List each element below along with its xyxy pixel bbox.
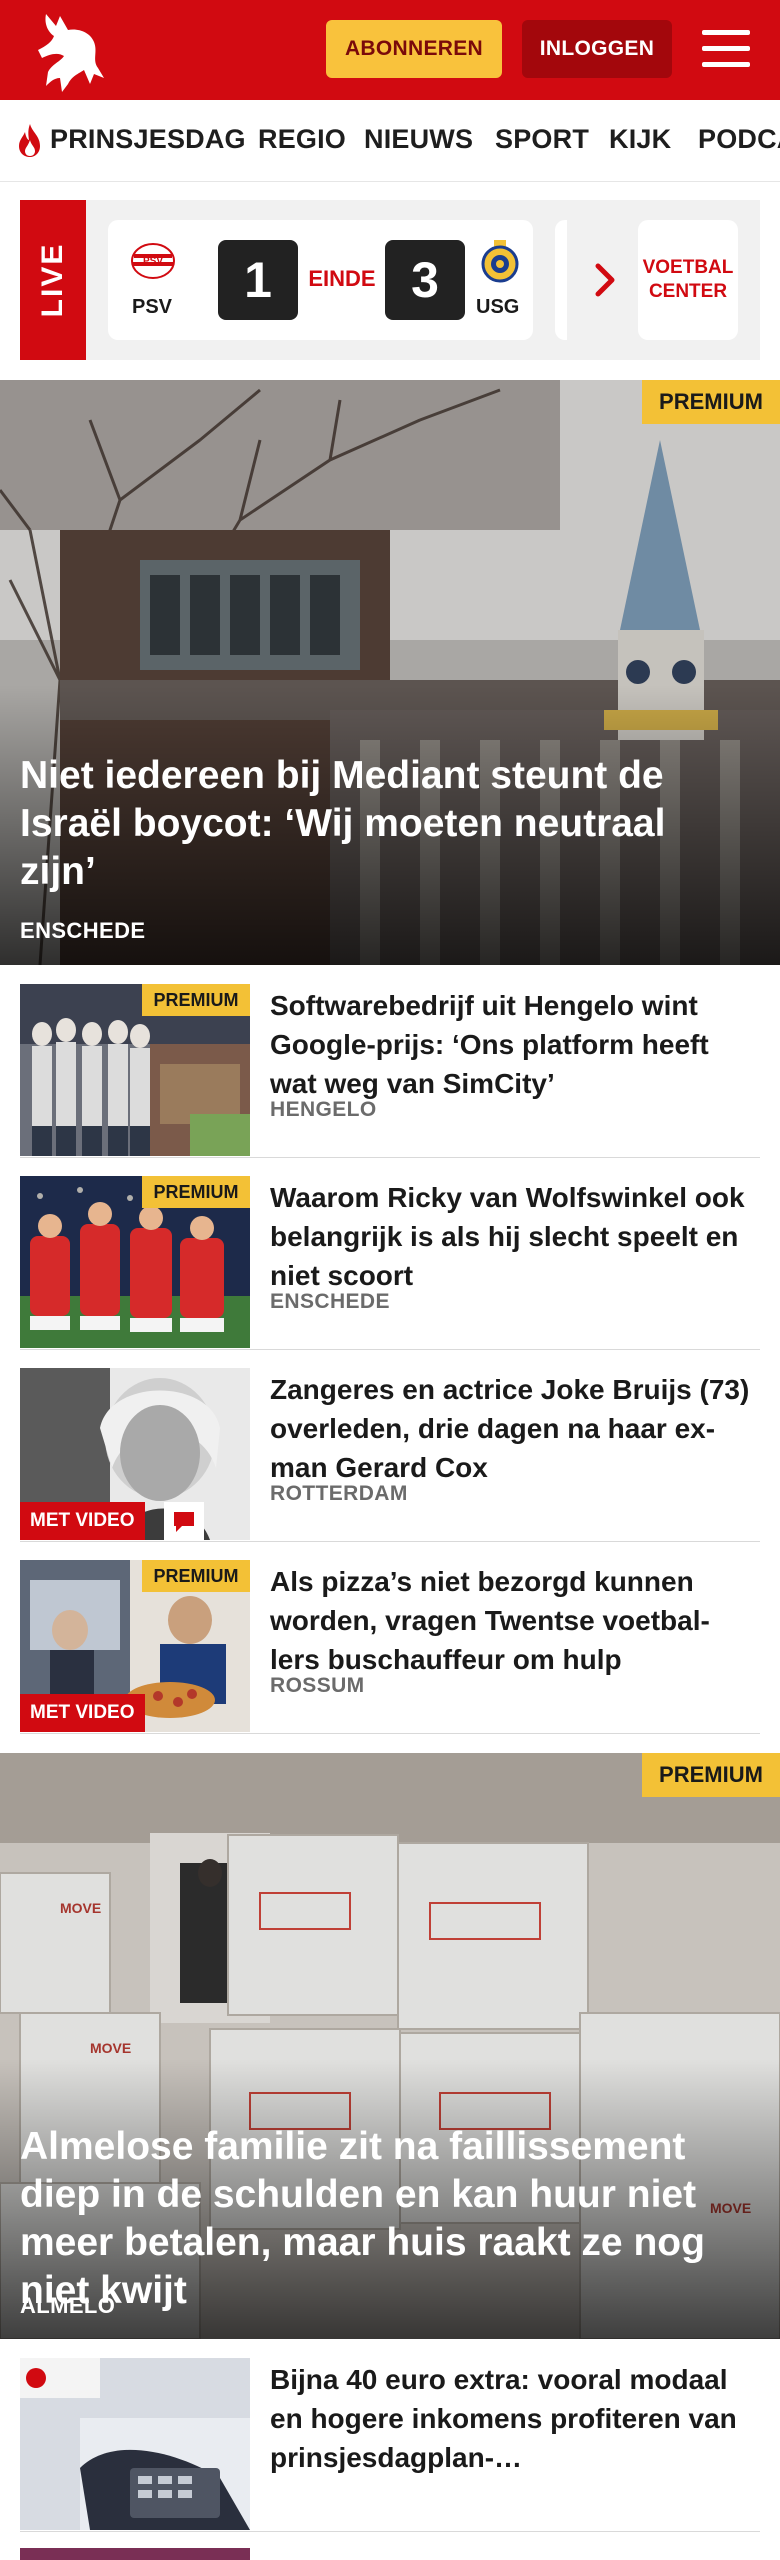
home-score: 1 [218, 240, 298, 320]
article-location: ROSSUM [270, 1674, 365, 1697]
article-thumbnail: PREMIUM [20, 984, 250, 1156]
list-item[interactable]: Bijna 40 euro extra: vooral modaal en ho… [20, 2340, 760, 2532]
article-thumbnail: MET VIDEO [20, 1368, 250, 1540]
subscribe-button[interactable]: ABONNEREN [326, 20, 502, 78]
nav-item-nieuws[interactable]: NIEUWS [364, 124, 473, 155]
article-thumbnail [20, 2358, 250, 2530]
nav-item-podcast[interactable]: PODCA [698, 124, 780, 155]
match-card[interactable]: PSV PSV 1 EINDE 3 USG [108, 220, 533, 340]
premium-badge: PREMIUM [642, 380, 780, 424]
hero-location: ALMELO [20, 2293, 116, 2318]
svg-text:PSV: PSV [143, 256, 163, 267]
article-title[interactable]: Als pizza’s niet bezorgd kunnen worden, … [270, 1562, 750, 1679]
hero-title[interactable]: Niet iedereen bij Mediant steunt de Isra… [20, 752, 750, 896]
thumbnail-image-calculator [20, 2358, 250, 2530]
article-title[interactable]: Waarom Ricky van Wolfswinkel ook belangr… [270, 1178, 750, 1295]
list-item[interactable]: PREMIUM MET VIDEO Als pizza’s niet bezor… [20, 1542, 760, 1734]
list-item[interactable]: PREMIUM Waarom Ricky van Wolfswinkel ook… [20, 1158, 760, 1350]
live-tab: LIVE [20, 200, 86, 360]
next-match-card[interactable] [555, 220, 567, 340]
away-score: 3 [385, 240, 465, 320]
login-button[interactable]: INLOGGEN [522, 20, 672, 78]
site-header: ABONNEREN INLOGGEN [0, 0, 780, 100]
premium-badge: PREMIUM [642, 1753, 780, 1797]
list-item[interactable]: PREMIUM Softwarebedrijf uit Hengelo wint… [20, 966, 760, 1158]
section-nav: PRINSJESDAG REGIO NIEUWS SPORT KIJK PODC… [0, 100, 780, 182]
article-title[interactable]: Bijna 40 euro extra: vooral modaal en ho… [270, 2360, 750, 2477]
hamburger-menu-icon[interactable] [702, 28, 750, 70]
match-status: EINDE [308, 266, 376, 291]
nav-item-regio[interactable]: REGIO [258, 124, 346, 155]
hero-article-1[interactable]: PREMIUM Niet iedereen bij Mediant steunt… [0, 380, 780, 965]
premium-badge: PREMIUM [142, 1176, 250, 1208]
psv-crest-icon: PSV [131, 243, 175, 279]
home-team-name: PSV [132, 296, 173, 318]
nav-item-prinsjesdag[interactable]: PRINSJESDAG [50, 124, 246, 155]
article-title[interactable]: Zangeres en actrice Joke Bruijs (73) ove… [270, 1370, 750, 1487]
chevron-right-icon[interactable] [592, 262, 618, 298]
hero-title[interactable]: Almelose familie zit na faillissement di… [20, 2123, 750, 2315]
nav-item-kijk[interactable]: KIJK [609, 124, 671, 155]
comment-icon [164, 1502, 204, 1540]
voetbal-center-button[interactable]: VOETBAL CENTER [638, 220, 738, 340]
live-scores-widget: LIVE PSV PSV 1 EINDE 3 USG VOETBAL CENTE… [20, 200, 760, 360]
hero-article-2[interactable]: MOVEMOVEMOVE PREMIUM Almelose familie zi… [0, 1753, 780, 2339]
article-location: ENSCHEDE [270, 1290, 390, 1313]
hero-location: ENSCHEDE [20, 918, 146, 943]
list-item[interactable]: MET VIDEO Zangeres en actrice Joke Bruij… [20, 1350, 760, 1542]
usg-crest-icon [481, 240, 519, 283]
article-title[interactable]: Softwarebedrijf uit Hengelo wint Google-… [270, 986, 750, 1103]
tubantia-horse-logo[interactable] [32, 8, 110, 92]
article-location: ROTTERDAM [270, 1482, 408, 1505]
video-badge: MET VIDEO [20, 1502, 145, 1540]
article-location: HENGELO [270, 1098, 377, 1121]
premium-badge: PREMIUM [142, 1560, 250, 1592]
flame-icon [19, 124, 40, 157]
article-thumbnail: PREMIUM [20, 1176, 250, 1348]
live-label: LIVE [36, 242, 69, 318]
premium-badge: PREMIUM [142, 984, 250, 1016]
nav-item-sport[interactable]: SPORT [495, 124, 589, 155]
away-team-name: USG [476, 296, 520, 318]
next-article-thumbnail-edge [20, 2548, 250, 2560]
video-badge: MET VIDEO [20, 1694, 145, 1732]
article-thumbnail: PREMIUM MET VIDEO [20, 1560, 250, 1732]
